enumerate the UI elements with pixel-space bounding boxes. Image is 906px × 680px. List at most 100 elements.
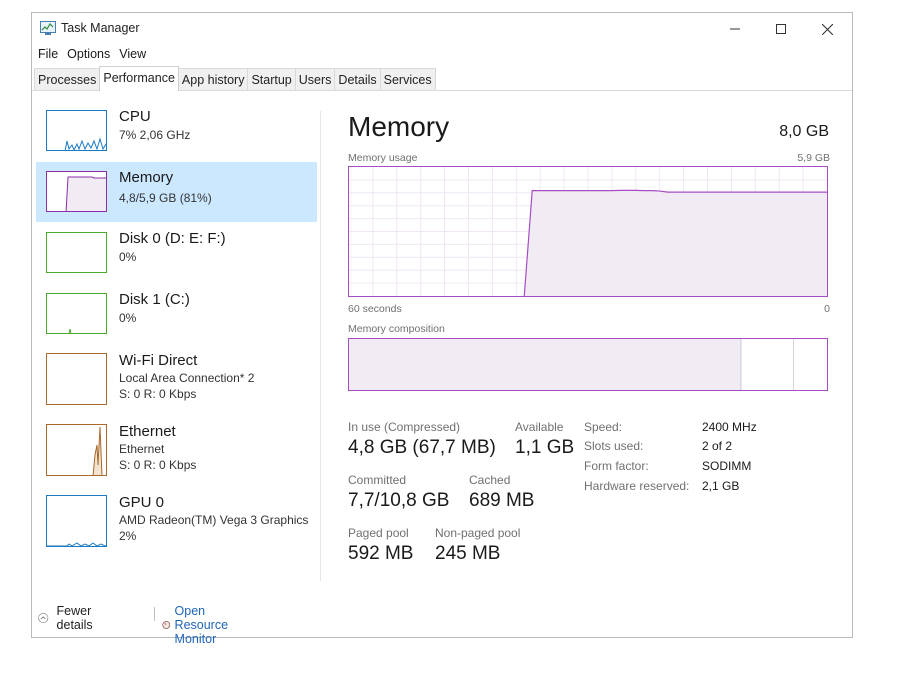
memory-composition-chart — [349, 339, 795, 390]
ethernet-thumbnail — [46, 424, 107, 476]
sidebar-item-ethernet[interactable]: Ethernet Ethernet S: 0 R: 0 Kbps — [36, 416, 317, 478]
memory-usage-graph — [348, 166, 828, 297]
tab-startup[interactable]: Startup — [247, 68, 296, 90]
menu-bar: File Options View — [32, 46, 149, 66]
sidebar-item-title: Wi-Fi Direct — [119, 352, 198, 369]
chevron-up-icon — [38, 613, 49, 623]
window-title: Task Manager — [61, 21, 140, 35]
open-resource-monitor-link[interactable]: Open Resource Monitor — [162, 604, 238, 646]
cpu-sparkline — [64, 137, 106, 150]
gpu-0-sparkline — [47, 542, 106, 546]
sidebar-item-gpu-0[interactable]: GPU 0 AMD Radeon(TM) Vega 3 Graphics 2% — [36, 487, 317, 549]
memory-usage-label: Memory usage — [348, 152, 418, 164]
gpu-0-thumbnail — [46, 495, 107, 547]
memory-thumbnail — [46, 171, 107, 212]
hardware-reserved-value: 2,1 GB — [702, 479, 740, 493]
title-bar[interactable]: Task Manager — [32, 13, 852, 45]
menu-view[interactable]: View — [116, 46, 149, 66]
memory-usage-chart — [349, 167, 827, 297]
sidebar-item-title: Memory — [119, 169, 174, 186]
available-label: Available — [515, 420, 564, 434]
memory-sparkline — [65, 176, 106, 211]
sidebar-item-title: GPU 0 — [119, 494, 165, 511]
sidebar-item-detail: 0% — [119, 250, 137, 264]
memory-total: 8,0 GB — [779, 123, 829, 140]
non-paged-pool-label: Non-paged pool — [435, 526, 521, 540]
ethernet-sparkline — [92, 426, 103, 475]
disk-0-thumbnail — [46, 232, 107, 273]
tab-performance[interactable]: Performance — [99, 66, 179, 91]
in-use-label: In use (Compressed) — [348, 420, 461, 434]
sidebar-item-detail: 0% — [119, 311, 137, 325]
sidebar-item-detail: AMD Radeon(TM) Vega 3 Graphics — [119, 513, 309, 527]
open-resource-monitor-label: Open Resource Monitor — [174, 604, 229, 646]
time-axis-start: 60 seconds — [348, 303, 402, 315]
fewer-details-label: Fewer details — [56, 604, 93, 632]
sidebar-item-detail: Local Area Connection* 2 — [119, 371, 255, 385]
tab-app-history[interactable]: App history — [177, 68, 249, 90]
speed-value: 2400 MHz — [702, 420, 757, 434]
non-paged-pool-value: 245 MB — [435, 543, 501, 564]
resource-monitor-icon — [162, 621, 171, 629]
panel-divider — [320, 111, 321, 581]
tab-services[interactable]: Services — [379, 68, 436, 90]
sidebar-item-detail: 4,8/5,9 GB (81%) — [119, 191, 212, 205]
close-button[interactable] — [804, 15, 850, 43]
maximize-button[interactable] — [758, 15, 804, 43]
minimize-icon — [730, 28, 740, 30]
memory-composition-label: Memory composition — [348, 323, 445, 335]
minimize-button[interactable] — [712, 15, 758, 43]
available-value: 1,1 GB — [515, 437, 575, 458]
sidebar-item-cpu[interactable]: CPU 7% 2,06 GHz — [36, 101, 317, 161]
fewer-details-button[interactable]: Fewer details — [38, 604, 100, 632]
sidebar-item-title: Ethernet — [119, 423, 176, 440]
tab-details[interactable]: Details — [334, 68, 381, 90]
cached-label: Cached — [469, 473, 511, 487]
committed-label: Committed — [348, 473, 407, 487]
hardware-reserved-label: Hardware reserved: — [584, 479, 690, 493]
form-factor-label: Form factor: — [584, 459, 649, 473]
tab-processes[interactable]: Processes — [34, 68, 101, 90]
memory-usage-max: 5,9 GB — [797, 152, 830, 164]
cached-value: 689 MB — [469, 490, 535, 511]
sidebar-item-title: Disk 1 (C:) — [119, 291, 190, 308]
footer-separator — [154, 607, 155, 621]
paged-pool-label: Paged pool — [348, 526, 409, 540]
slots-used-label: Slots used: — [584, 439, 644, 453]
sidebar-item-disk-1[interactable]: Disk 1 (C:) 0% — [36, 284, 317, 344]
sidebar-item-memory[interactable]: Memory 4,8/5,9 GB (81%) — [36, 162, 317, 222]
sidebar-item-throughput: S: 0 R: 0 Kbps — [119, 458, 197, 472]
close-icon — [821, 23, 833, 35]
composition-in-use — [349, 339, 741, 390]
in-use-value: 4,8 GB (67,7 MB) — [348, 437, 496, 458]
sidebar-item-detail: Ethernet — [119, 442, 165, 456]
performance-panel: CPU 7% 2,06 GHz Memory 4,8/5,9 GB (81%) … — [32, 90, 852, 646]
maximize-icon — [776, 24, 786, 34]
menu-options[interactable]: Options — [64, 46, 113, 66]
time-axis-end: 0 — [824, 303, 830, 315]
sidebar-item-detail: 7% 2,06 GHz — [119, 128, 191, 142]
form-factor-value: SODIMM — [702, 459, 752, 473]
memory-usage-area — [524, 190, 827, 296]
paged-pool-value: 592 MB — [348, 543, 414, 564]
disk-1-thumbnail — [46, 293, 107, 334]
sidebar-item-title: Disk 0 (D: E: F:) — [119, 230, 226, 247]
speed-label: Speed: — [584, 420, 623, 434]
tab-strip: Processes Performance App history Startu… — [34, 66, 436, 91]
sidebar-item-throughput: S: 0 R: 0 Kbps — [119, 387, 197, 401]
sidebar-item-disk-0[interactable]: Disk 0 (D: E: F:) 0% — [36, 223, 317, 283]
task-manager-window: Task Manager File Options View Processes… — [31, 12, 853, 646]
committed-value: 7,7/10,8 GB — [348, 490, 450, 511]
page-title: Memory — [348, 111, 450, 142]
sidebar-item-title: CPU — [119, 108, 151, 125]
disk-1-sparkline — [68, 328, 72, 333]
slots-used-value: 2 of 2 — [702, 439, 733, 453]
menu-file[interactable]: File — [35, 46, 61, 66]
wifi-direct-thumbnail — [46, 353, 107, 405]
task-manager-icon — [40, 21, 56, 35]
sidebar-item-wifi-direct[interactable]: Wi-Fi Direct Local Area Connection* 2 S:… — [36, 345, 317, 407]
sidebar-item-utilization: 2% — [119, 529, 137, 543]
memory-composition-bar — [348, 338, 828, 391]
tab-users[interactable]: Users — [294, 68, 336, 90]
cpu-thumbnail — [46, 110, 107, 151]
